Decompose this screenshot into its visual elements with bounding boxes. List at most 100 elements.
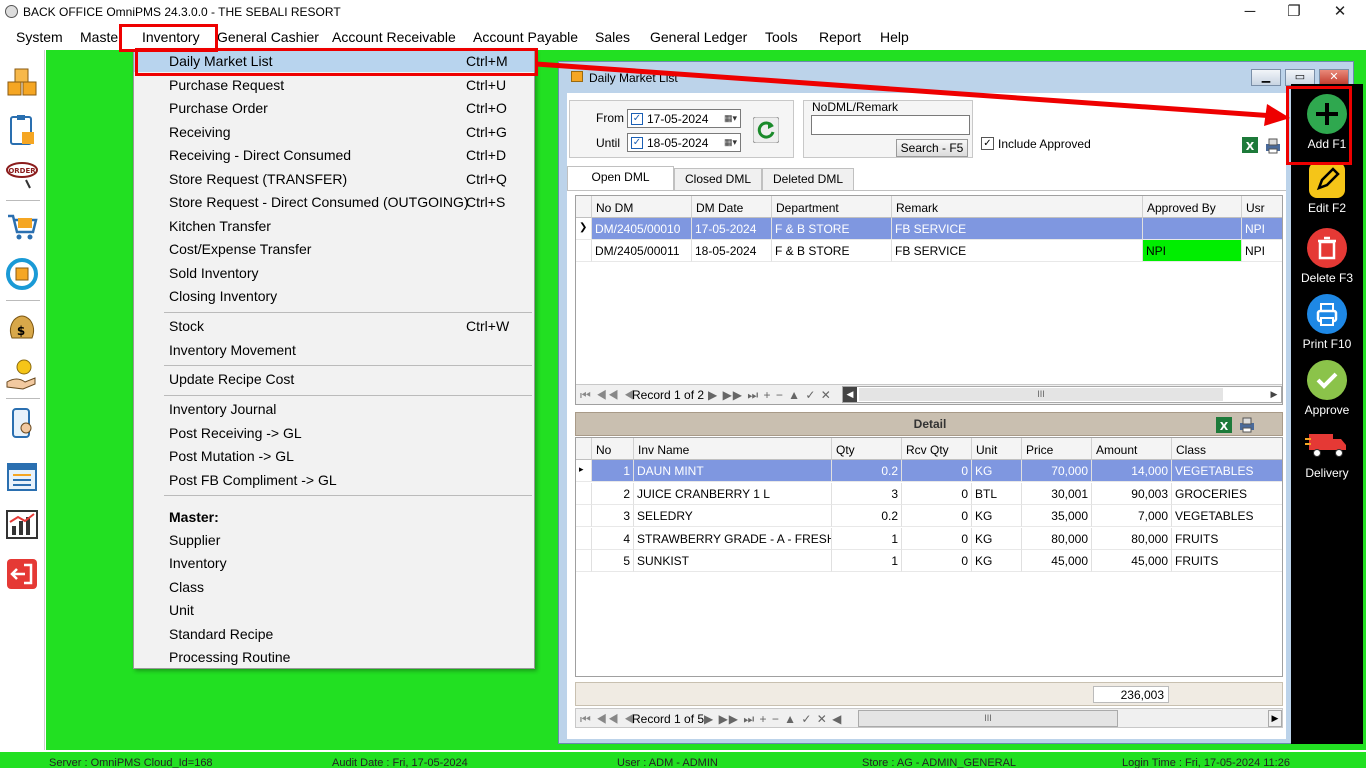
menu-account-payable[interactable]: Account Payable [473,29,578,45]
menu-item[interactable]: Inventory [134,552,534,574]
detail-printer-icon[interactable] [1238,416,1256,434]
detail-excel-icon[interactable]: X [1214,415,1234,435]
menu-item[interactable]: Post FB Compliment -> GL [134,469,534,491]
menu-item[interactable]: Purchase Request Ctrl+U [134,74,534,96]
menu-item[interactable]: Inventory Movement [134,339,534,361]
menu-item[interactable]: Supplier [134,529,534,551]
printer-icon[interactable] [1264,137,1282,155]
inventory-boxes-icon[interactable] [4,64,40,100]
order-icon[interactable]: ORDER [4,158,40,194]
menu-master[interactable]: Maste [80,29,118,45]
minimize-button[interactable]: ─ [1235,1,1265,23]
menu-item[interactable]: Post Mutation -> GL [134,445,534,467]
column-header[interactable]: Remark [892,196,1143,218]
menu-general-ledger[interactable]: General Ledger [650,29,747,45]
column-header[interactable]: DM Date [692,196,772,218]
menu-item[interactable]: Receiving Ctrl+G [134,121,534,143]
tab-open-dml[interactable]: Open DML [567,166,674,190]
scroll-right-icon[interactable]: ▶ [1267,387,1281,402]
svg-text:X: X [1246,140,1255,153]
print-button[interactable]: Print F10 [1291,294,1363,351]
close-button[interactable]: ✕ [1325,1,1355,23]
column-header[interactable]: Amount [1092,438,1172,460]
menu-item[interactable]: Unit [134,599,534,621]
detail-record-navigator: ⏮ ◀◀ ◀ Record 1 of 5 ▶ ▶▶ ⏭ + − ▲ ✓ ✕ ◀ … [575,708,1283,728]
scroll-left-icon[interactable]: ◀ [843,387,857,402]
column-header[interactable]: Usr [1242,196,1282,218]
menu-item[interactable]: Sold Inventory [134,262,534,284]
scroll-right-icon[interactable]: ▶ [1268,710,1282,727]
column-header[interactable]: Unit [972,438,1022,460]
column-header[interactable]: No [592,438,634,460]
clipboard-icon[interactable] [4,112,40,148]
payment-hand-icon[interactable] [4,356,40,392]
search-button[interactable]: Search - F5 [896,139,968,157]
approve-button[interactable]: Approve [1291,360,1363,417]
column-header[interactable]: Qty [832,438,902,460]
restore-button[interactable]: ❐ [1279,1,1309,23]
menu-item[interactable]: Receiving - Direct Consumed Ctrl+D [134,144,534,166]
menu-item[interactable]: Store Request - Direct Consumed (OUTGOIN… [134,191,534,213]
column-header[interactable]: Price [1022,438,1092,460]
nav-first-prev-icons[interactable]: ⏮ ◀◀ ◀ [580,388,636,403]
menu-sales[interactable]: Sales [595,29,630,45]
report-chart-icon[interactable] [4,506,40,542]
nav-first-prev-icons[interactable]: ⏮ ◀◀ ◀ [580,712,636,727]
scroll-thumb[interactable]: III [859,388,1223,401]
cell-cls: FRUITS [1172,550,1282,572]
until-date-picker[interactable]: ✓ 18-05-2024 ▦▾ [627,133,741,152]
menu-item[interactable]: Post Receiving -> GL [134,422,534,444]
menu-item[interactable]: Cost/Expense Transfer [134,238,534,260]
cart-icon[interactable] [4,208,40,244]
nav-next-last-icons[interactable]: ▶ ▶▶ ⏭ + − ▲ ✓ ✕ ◀ [704,712,842,727]
menu-general-cashier[interactable]: General Cashier [217,29,319,45]
cell-remark: FB SERVICE [892,240,1143,262]
menu-item-label: Purchase Request [169,77,285,93]
mobile-touch-icon[interactable] [4,406,40,442]
menu-item[interactable]: Class [134,576,534,598]
menu-item[interactable]: Inventory Journal [134,398,534,420]
include-approved-checkbox[interactable]: ✓ [981,137,994,150]
menu-item[interactable]: Purchase Order Ctrl+O [134,97,534,119]
menu-item[interactable]: Standard Recipe [134,623,534,645]
menu-item[interactable]: Closing Inventory [134,285,534,307]
until-date-checkbox[interactable]: ✓ [631,137,643,149]
column-header[interactable]: No DM [592,196,692,218]
column-header[interactable]: Department [772,196,892,218]
nav-next-last-icons[interactable]: ▶ ▶▶ ⏭ + − ▲ ✓ ✕ [708,388,832,403]
menu-report[interactable]: Report [819,29,861,45]
menu-item-label: Store Request - Direct Consumed (OUTGOIN… [169,194,469,210]
menu-item-label: Unit [169,602,194,618]
column-header[interactable]: Rcv Qty [902,438,972,460]
detail-scroll-thumb[interactable]: III [858,710,1118,727]
column-header[interactable]: Approved By [1143,196,1242,218]
row-indicator [576,550,592,572]
delivery-label: Delivery [1305,466,1349,480]
calendar-list-icon[interactable] [4,458,40,494]
edit-button[interactable]: Edit F2 [1291,162,1363,215]
menu-help[interactable]: Help [880,29,909,45]
cell-price: 70,000 [1022,460,1092,482]
menu-system[interactable]: System [16,29,63,45]
horizontal-scrollbar[interactable]: ◀ III ▶ [842,386,1282,403]
delete-button[interactable]: Delete F3 [1291,228,1363,285]
column-header[interactable]: Class [1172,438,1282,460]
status-store: Store : AG - ADMIN_GENERAL [862,757,1017,768]
sync-icon[interactable] [4,256,40,292]
column-header[interactable]: Inv Name [634,438,832,460]
menu-item[interactable]: Update Recipe Cost [134,368,534,390]
tab-closed-dml[interactable]: Closed DML [674,168,762,190]
calendar-dropdown-icon[interactable]: ▦▾ [724,137,737,148]
excel-icon[interactable]: X [1240,135,1260,155]
daily-market-list-window: Daily Market List ▁ ▭ ✕ From Until ✓ 17-… [558,61,1354,744]
money-bag-icon[interactable]: $ [4,308,40,344]
menu-item[interactable]: Processing Routine [134,646,534,668]
logout-icon[interactable] [4,556,40,592]
delivery-button[interactable]: Delivery [1291,430,1363,480]
menu-item[interactable]: Store Request (TRANSFER) Ctrl+Q [134,168,534,190]
menu-item[interactable]: Kitchen Transfer [134,215,534,237]
menu-item[interactable]: Stock Ctrl+W [134,315,534,337]
tab-deleted-dml[interactable]: Deleted DML [762,168,854,190]
menu-account-receivable[interactable]: Account Receivable [332,29,456,45]
menu-tools[interactable]: Tools [765,29,798,45]
